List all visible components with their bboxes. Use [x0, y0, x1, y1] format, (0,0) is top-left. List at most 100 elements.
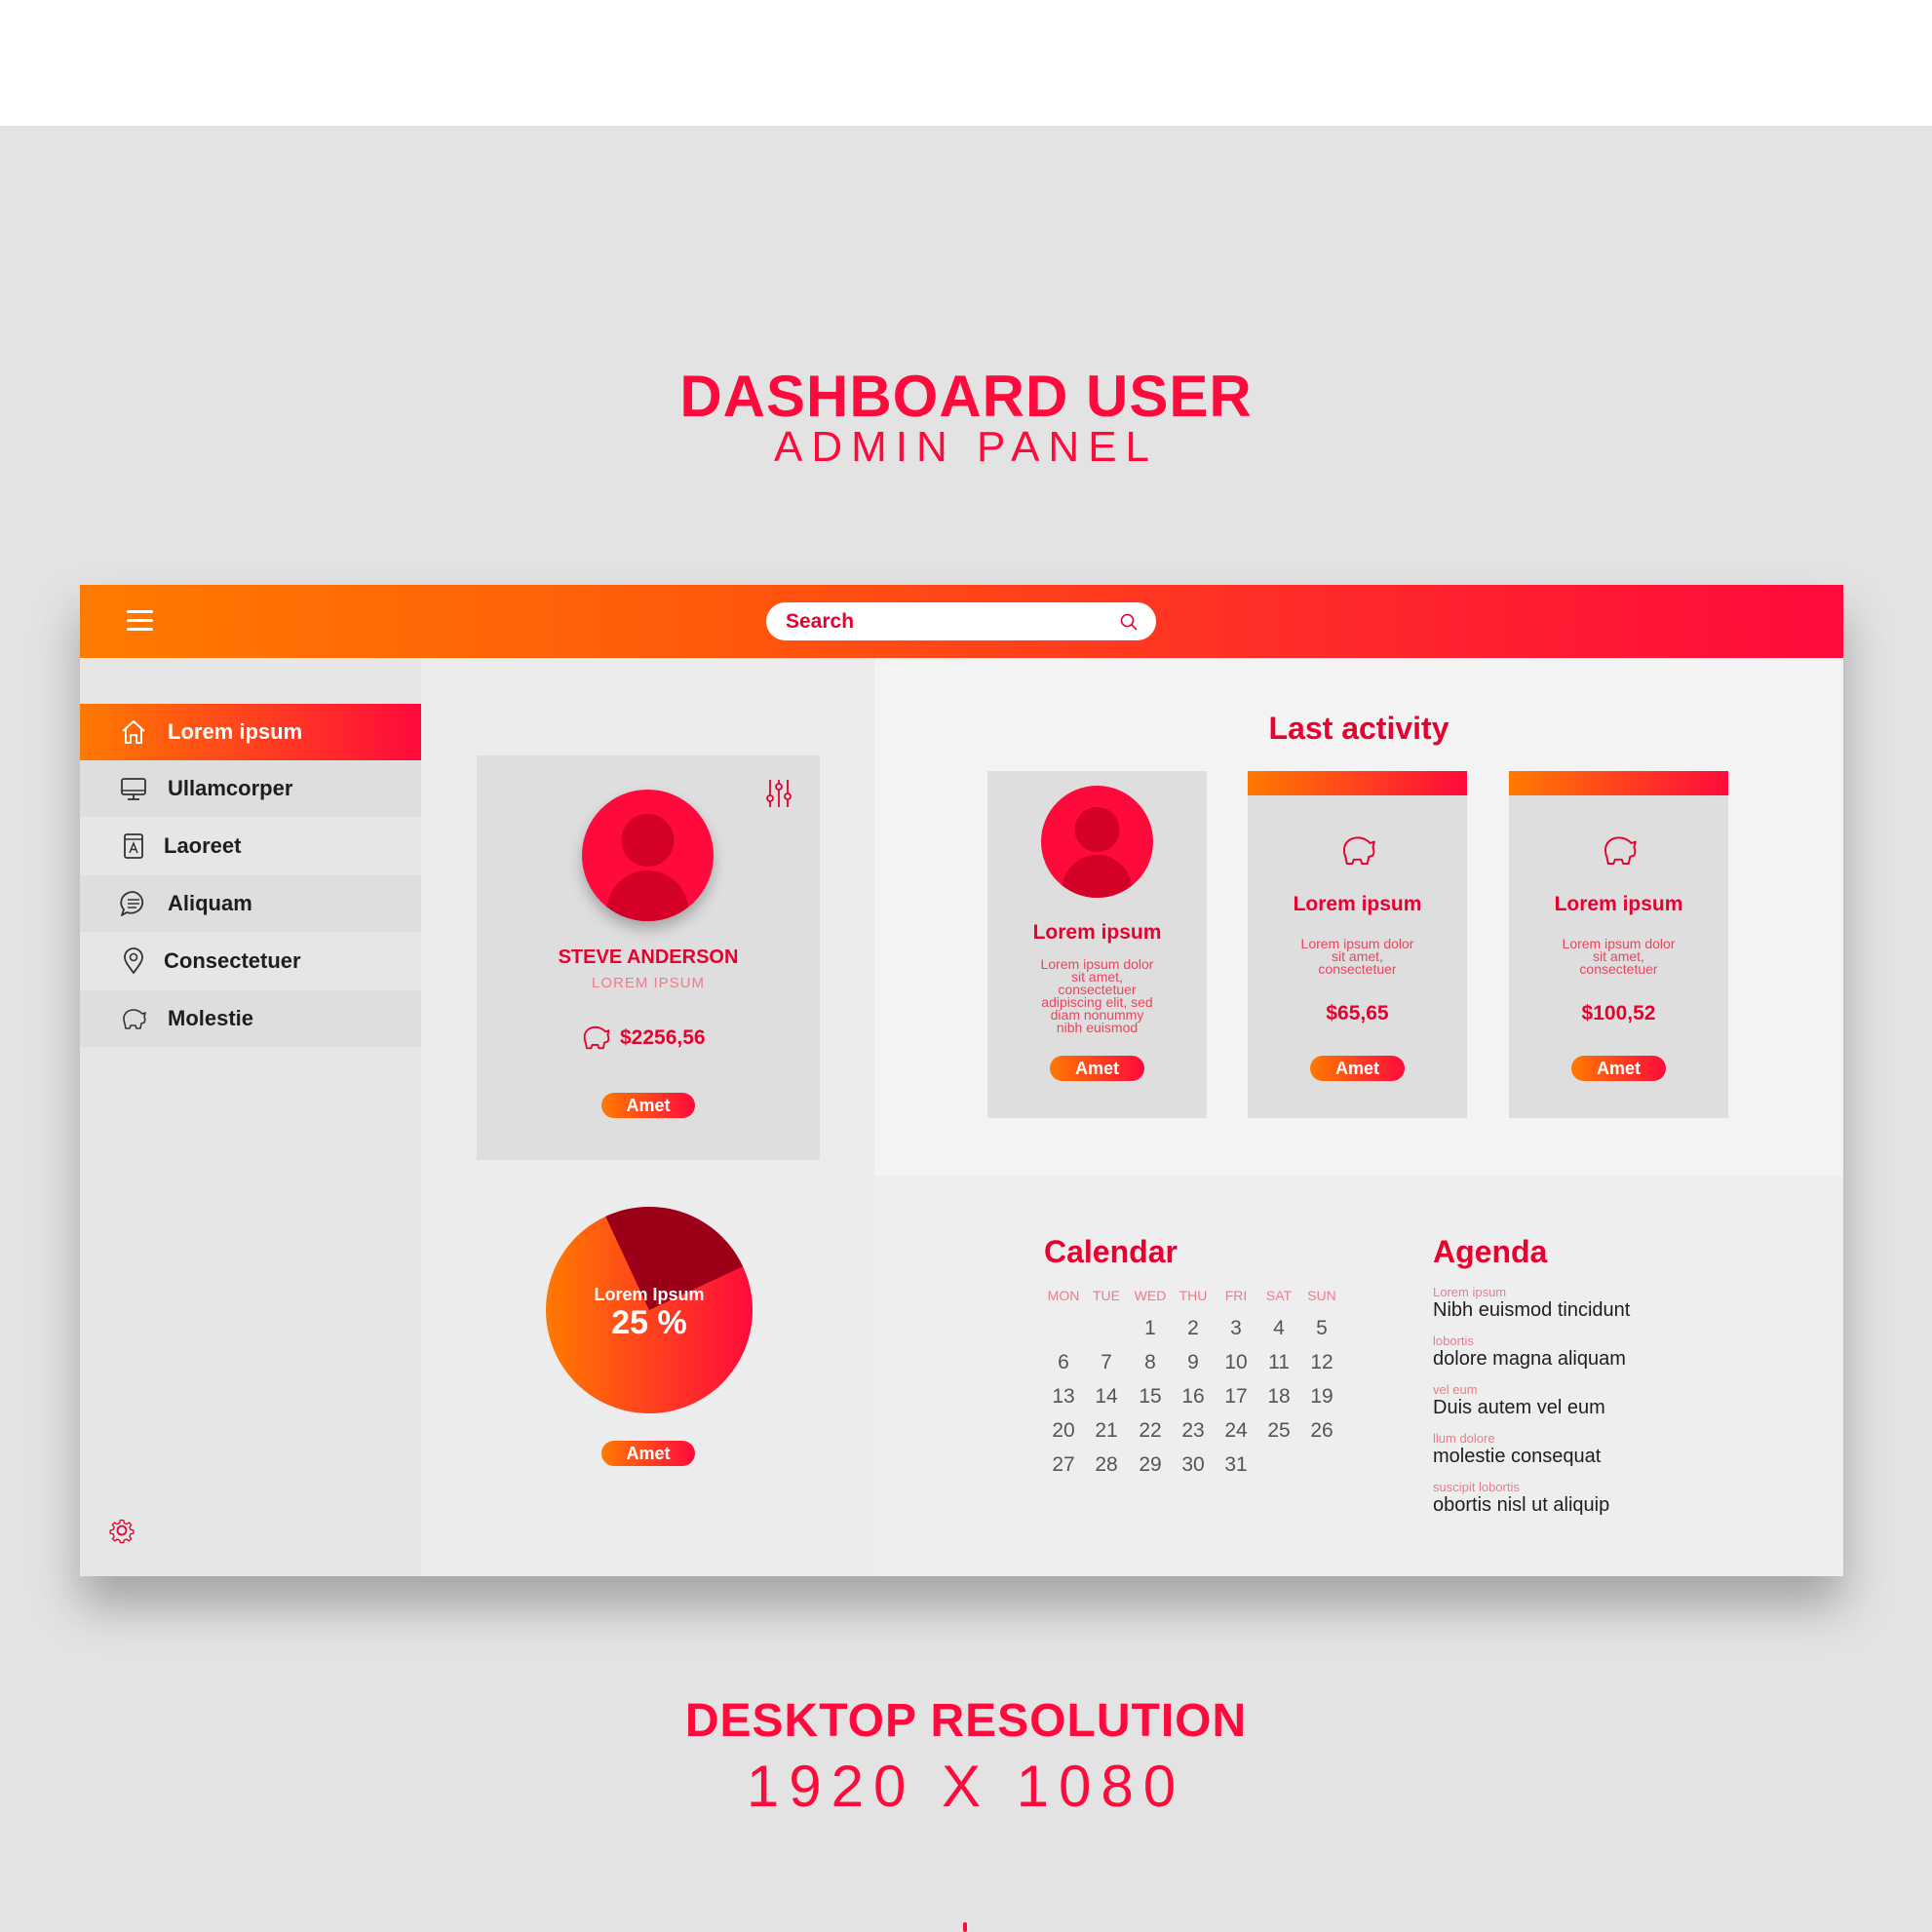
calendar-day[interactable]: 28	[1085, 1453, 1128, 1477]
calendar-day[interactable]: 9	[1172, 1351, 1215, 1374]
page-marker	[963, 1922, 967, 1932]
calendar-day[interactable]: 23	[1172, 1419, 1215, 1443]
search-icon[interactable]	[1119, 612, 1139, 632]
calendar-day[interactable]: 18	[1257, 1385, 1300, 1409]
calendar-day[interactable]: 14	[1085, 1385, 1128, 1409]
book-icon	[124, 833, 143, 859]
profile-subtitle: LOREM IPSUM	[591, 975, 705, 991]
location-pin-icon	[124, 947, 143, 975]
weekday-label: SAT	[1265, 1288, 1293, 1303]
calendar-day[interactable]: 25	[1257, 1419, 1300, 1443]
calendar-day[interactable]: 4	[1257, 1317, 1300, 1340]
search-input[interactable]: Search	[766, 602, 1156, 640]
calendar-day[interactable]: 26	[1300, 1419, 1343, 1443]
weekday-label: THU	[1179, 1288, 1208, 1303]
agenda-item-text[interactable]: Duis autem vel eum	[1433, 1397, 1605, 1419]
calendar-day[interactable]: 15	[1129, 1385, 1172, 1409]
activity-card-user: Lorem ipsum Lorem ipsum dolor sit amet, …	[987, 771, 1207, 1118]
sidebar: Lorem ipsum Ullamcorper Laoreet Aliquam …	[80, 658, 421, 1576]
calendar-title: Calendar	[1044, 1234, 1178, 1269]
footer-title: DESKTOP RESOLUTION	[684, 1695, 1248, 1747]
search-placeholder: Search	[786, 610, 855, 633]
calendar-day[interactable]: 6	[1042, 1351, 1085, 1374]
calendar-day[interactable]: 5	[1300, 1317, 1343, 1340]
calendar-day[interactable]: 17	[1215, 1385, 1257, 1409]
calendar-day[interactable]: 30	[1172, 1453, 1215, 1477]
calendar-day[interactable]: 21	[1085, 1419, 1128, 1443]
agenda-item-text[interactable]: obortis nisl ut aliquip	[1433, 1494, 1609, 1517]
piggy-bank-icon	[583, 1025, 610, 1050]
footer-subtitle: 1920 X 1080	[746, 1754, 1186, 1819]
monitor-icon	[121, 778, 146, 800]
pie-value: 25 %	[611, 1304, 687, 1341]
agenda-item-label: llum dolore	[1433, 1431, 1495, 1446]
sidebar-item-ullamcorper[interactable]: Ullamcorper	[80, 760, 421, 817]
agenda-title: Agenda	[1433, 1234, 1548, 1269]
poster-title: DASHBOARD USER	[679, 364, 1253, 429]
activity-amet-button[interactable]: Amet	[1050, 1056, 1144, 1081]
calendar-day[interactable]: 10	[1215, 1351, 1257, 1374]
calendar-day[interactable]: 31	[1215, 1453, 1257, 1477]
calendar-agenda-panel: Calendar MON TUE WED THU FRI SAT SUN 123…	[874, 1176, 1843, 1576]
sidebar-item-label: Lorem ipsum	[168, 719, 303, 744]
activity-card-money: Lorem ipsum Lorem ipsum dolor sit amet, …	[1248, 771, 1467, 1118]
calendar-day[interactable]: 16	[1172, 1385, 1215, 1409]
gear-icon[interactable]	[107, 1516, 136, 1545]
hamburger-icon[interactable]	[127, 610, 153, 632]
calendar-day[interactable]: 27	[1042, 1453, 1085, 1477]
activity-card-text: Lorem ipsum dolor sit amet, consectetuer…	[1040, 956, 1154, 1035]
poster-subtitle: ADMIN PANEL	[773, 423, 1159, 471]
calendar-day[interactable]: 20	[1042, 1419, 1085, 1443]
calendar-day[interactable]: 19	[1300, 1385, 1343, 1409]
calendar-day[interactable]: 22	[1129, 1419, 1172, 1443]
agenda-item-label: vel eum	[1433, 1382, 1478, 1397]
calendar-day[interactable]: 24	[1215, 1419, 1257, 1443]
piggy-bank-icon	[1604, 836, 1637, 865]
avatar	[1041, 786, 1153, 898]
profile-amet-button[interactable]: Amet	[601, 1093, 695, 1118]
balance-value: $2256,56	[620, 1026, 706, 1049]
top-bar: Search	[80, 585, 1843, 658]
profile-panel: STEVE ANDERSON LOREM IPSUM $2256,56 Amet…	[421, 658, 874, 1576]
top-banner	[0, 0, 1932, 126]
card-accent-bar	[1248, 771, 1467, 795]
sidebar-item-label: Consectetuer	[164, 948, 301, 973]
calendar-day[interactable]: 3	[1215, 1317, 1257, 1340]
card-accent-bar	[1509, 771, 1728, 795]
sidebar-item-laoreet[interactable]: Laoreet	[80, 818, 421, 874]
agenda-item-text[interactable]: molestie consequat	[1433, 1446, 1601, 1468]
weekday-label: FRI	[1224, 1288, 1248, 1303]
sidebar-item-lorem-ipsum[interactable]: Lorem ipsum	[80, 704, 421, 760]
activity-card-text: Lorem ipsum dolor sit amet, consectetuer	[1562, 936, 1676, 977]
agenda-item-label: lobortis	[1433, 1333, 1474, 1348]
calendar-day[interactable]: 29	[1129, 1453, 1172, 1477]
sidebar-item-molestie[interactable]: Molestie	[80, 990, 421, 1047]
calendar-day[interactable]: 8	[1129, 1351, 1172, 1374]
activity-title: Last activity	[1268, 711, 1449, 746]
calendar-day[interactable]: 11	[1257, 1351, 1300, 1374]
calendar-day[interactable]: 12	[1300, 1351, 1343, 1374]
activity-amet-button[interactable]: Amet	[1310, 1056, 1405, 1081]
sidebar-item-label: Aliquam	[168, 891, 252, 915]
activity-amet-button[interactable]: Amet	[1571, 1056, 1666, 1081]
activity-card-price: $65,65	[1326, 1002, 1389, 1024]
agenda-item-text[interactable]: dolore magna aliquam	[1433, 1348, 1626, 1371]
piggy-bank-icon	[1343, 836, 1375, 865]
sidebar-item-label: Ullamcorper	[168, 776, 293, 800]
sidebar-item-aliquam[interactable]: Aliquam	[80, 875, 421, 932]
calendar-day[interactable]: 13	[1042, 1385, 1085, 1409]
calendar-day[interactable]: 1	[1129, 1317, 1172, 1340]
last-activity-panel: Last activity Lorem ipsum Lorem ipsum do…	[874, 658, 1843, 1176]
calendar-day[interactable]: 7	[1085, 1351, 1128, 1374]
pie-amet-button[interactable]: Amet	[601, 1441, 695, 1466]
balance: $2256,56	[579, 1021, 735, 1054]
sliders-icon[interactable]	[764, 777, 793, 810]
weekday-label: WED	[1134, 1288, 1167, 1303]
calendar-day[interactable]: 2	[1172, 1317, 1215, 1340]
sidebar-item-consectetuer[interactable]: Consectetuer	[80, 933, 421, 989]
agenda-item-label: suscipit lobortis	[1433, 1480, 1520, 1494]
agenda-item-text[interactable]: Nibh euismod tincidunt	[1433, 1299, 1630, 1322]
chat-icon	[120, 891, 144, 916]
activity-card-title: Lorem ipsum	[1032, 921, 1162, 944]
activity-card-text: Lorem ipsum dolor sit amet, consectetuer	[1300, 936, 1414, 977]
